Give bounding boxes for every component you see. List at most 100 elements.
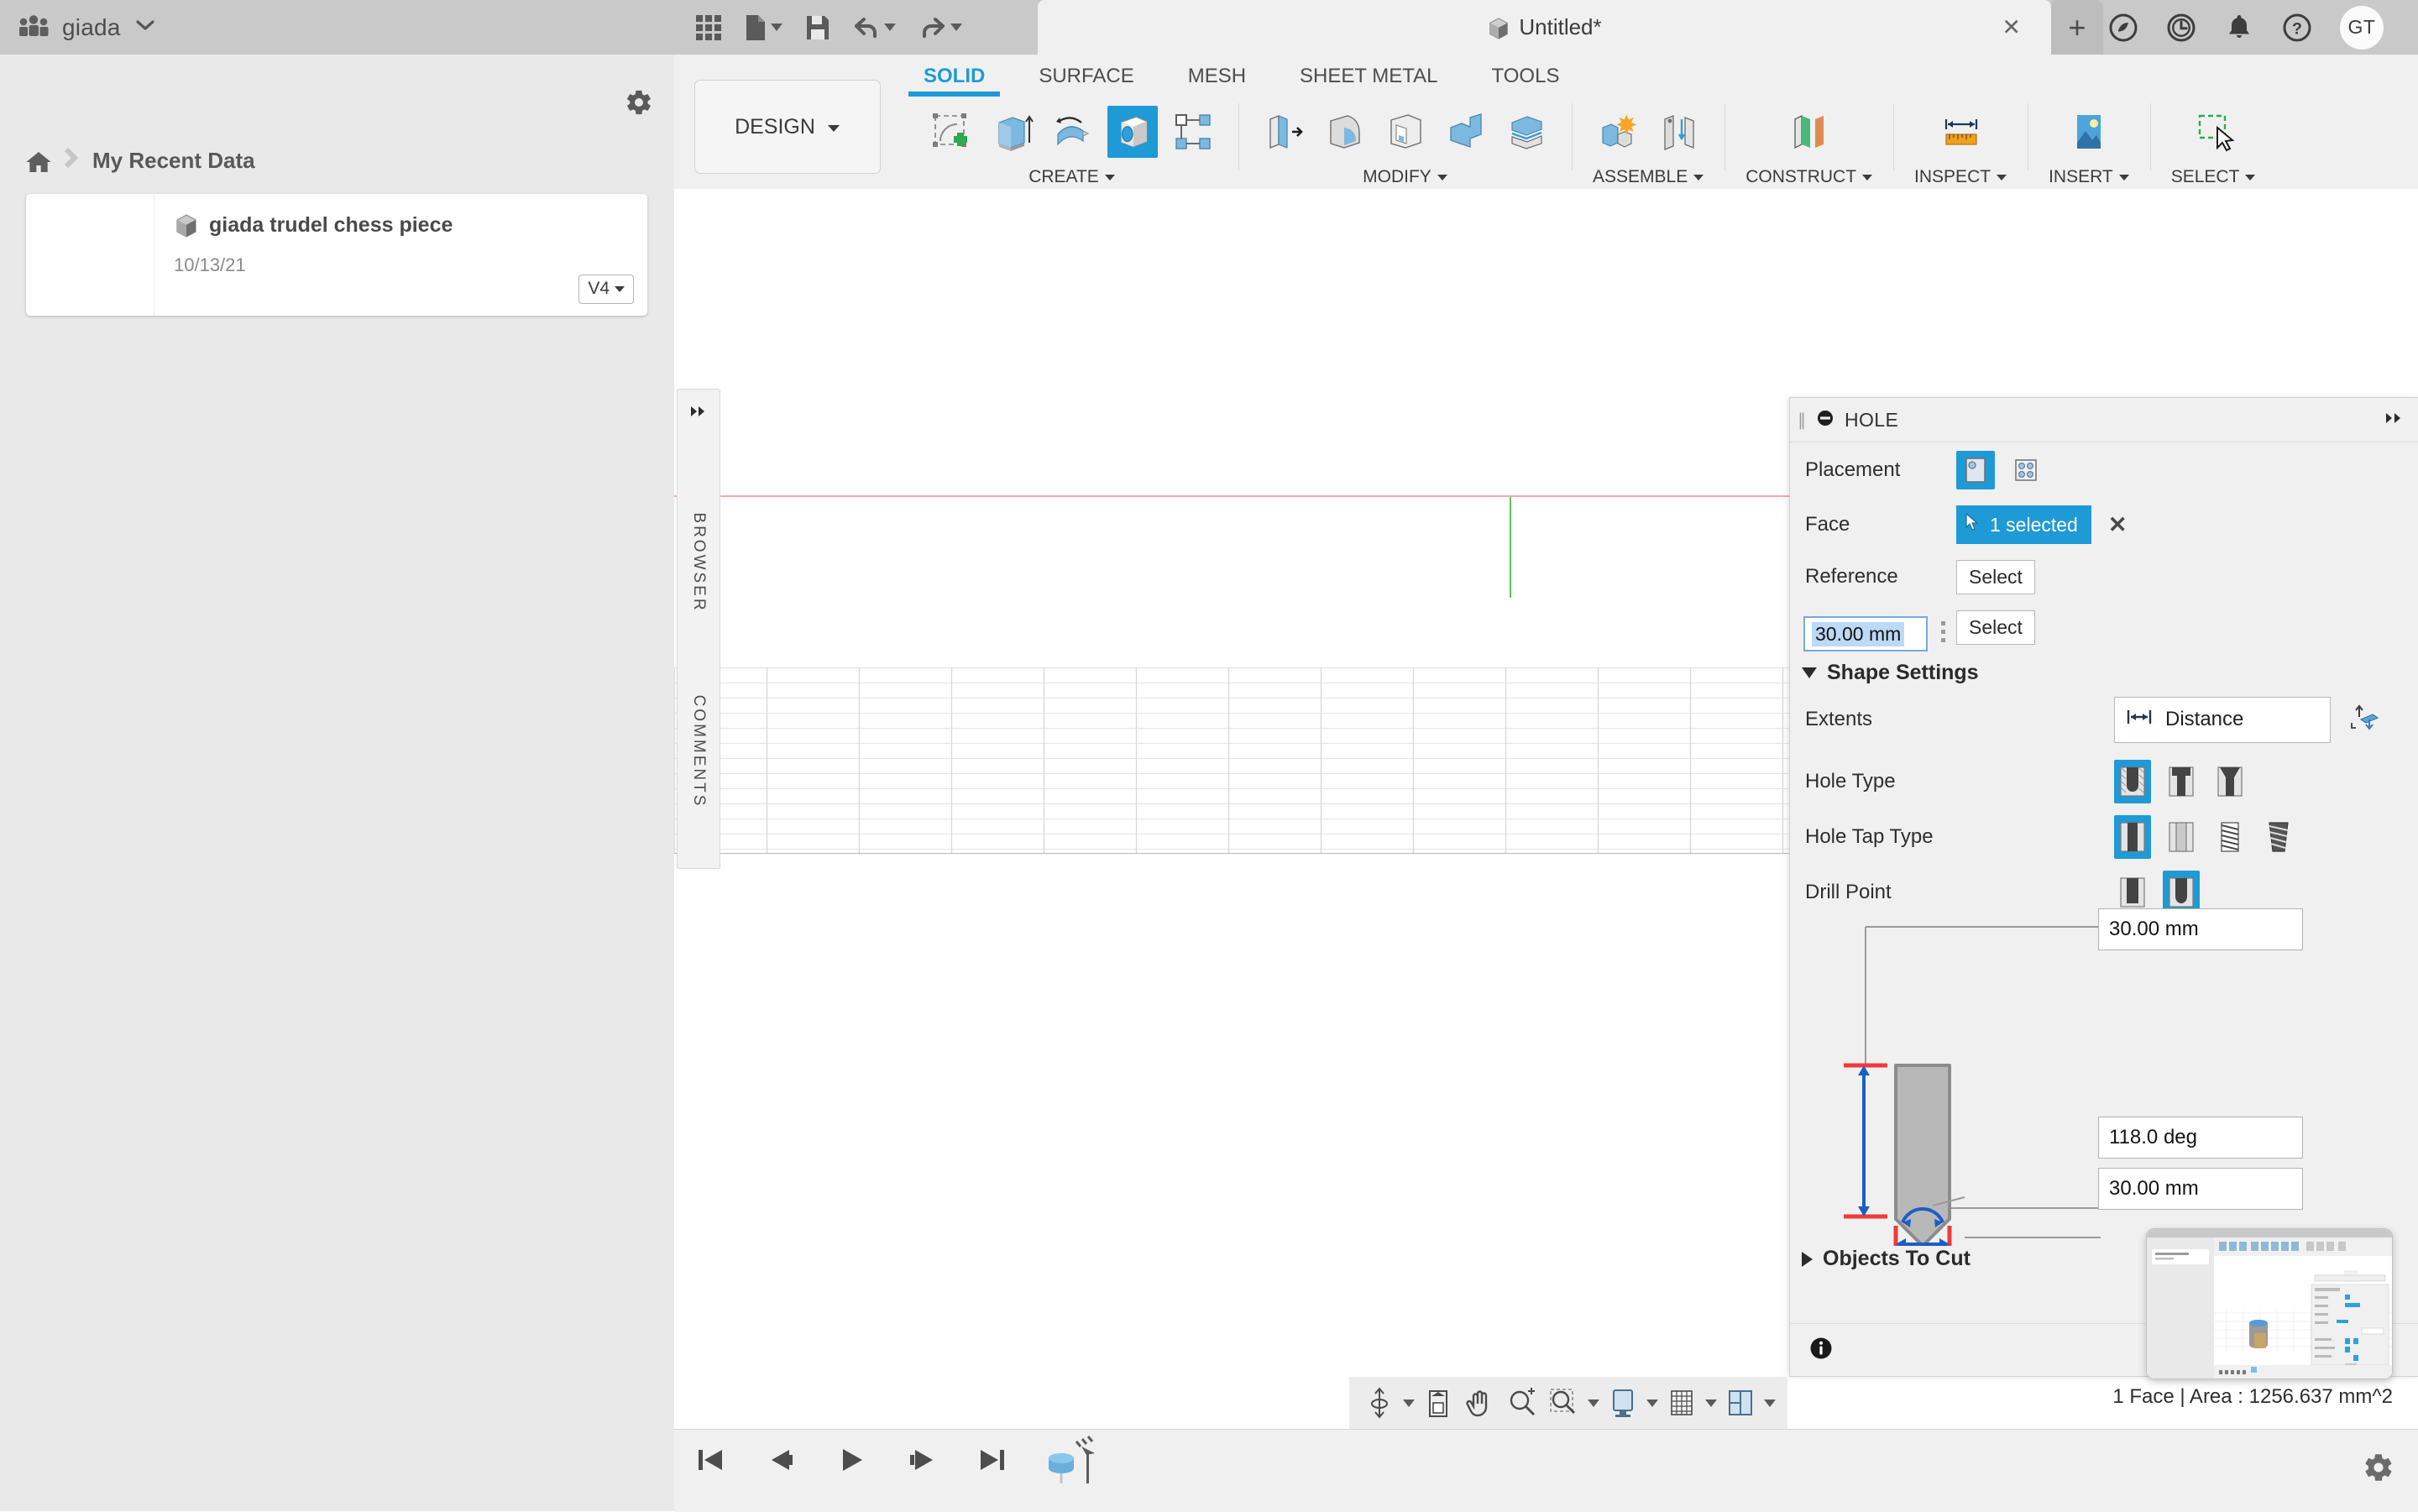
split-face-icon[interactable] <box>1501 106 1552 158</box>
jump-to-begin-icon[interactable] <box>691 1441 730 1478</box>
help-icon[interactable]: ? <box>2282 13 2312 43</box>
pattern-icon[interactable] <box>1168 106 1218 158</box>
status-bar: 1 Face | Area : 1256.637 mm^2 <box>2112 1385 2393 1409</box>
viewports-caret-icon[interactable] <box>1764 1400 1776 1407</box>
play-icon[interactable] <box>832 1441 871 1478</box>
measure-icon[interactable] <box>1936 106 1986 158</box>
simple-hole-icon[interactable] <box>2114 760 2151 803</box>
recent-icon[interactable] <box>2166 13 2196 43</box>
orbit-caret-icon[interactable] <box>1403 1400 1415 1407</box>
timeline-settings-gear-icon[interactable] <box>2363 1452 2394 1483</box>
new-component-icon[interactable] <box>1594 106 1644 158</box>
display-settings-caret-icon[interactable] <box>1646 1400 1658 1407</box>
tab-sheet-metal[interactable]: SHEET METAL <box>1273 55 1464 97</box>
browser-comments-rail[interactable]: BROWSER COMMENTS <box>677 389 720 869</box>
ribbon-tabs: SOLID SURFACE MESH SHEET METAL TOOLS <box>897 55 1586 97</box>
zoom-icon[interactable] <box>1504 1384 1541 1421</box>
zoom-window-icon[interactable] <box>1546 1384 1583 1421</box>
fillet-icon[interactable] <box>1320 106 1370 158</box>
extrude-icon[interactable] <box>987 106 1037 158</box>
hole-depth-input[interactable]: 30.00 mm <box>2098 908 2303 950</box>
simple-tap-icon[interactable] <box>2114 815 2151 859</box>
joint-icon[interactable] <box>1654 106 1704 158</box>
team-name[interactable]: giada <box>62 14 121 41</box>
hole-diameter-input[interactable]: 30.00 mm <box>2098 1168 2303 1210</box>
grid-snaps-caret-icon[interactable] <box>1705 1400 1717 1407</box>
undo-button[interactable] <box>853 16 896 39</box>
new-file-button[interactable] <box>745 14 782 41</box>
group-label-create[interactable]: CREATE <box>1028 167 1116 187</box>
new-tab-button[interactable]: + <box>2051 0 2103 55</box>
pan-hand-icon[interactable] <box>1462 1384 1499 1421</box>
hole-icon[interactable] <box>1107 106 1158 158</box>
extrude-feature-icon[interactable] <box>1044 1441 1102 1478</box>
taper-tapped-icon[interactable] <box>2260 815 2297 859</box>
version-dropdown[interactable]: V4 <box>578 275 634 304</box>
info-icon[interactable] <box>1808 1336 1834 1365</box>
clearance-icon[interactable] <box>2163 815 2200 859</box>
offset-plane-icon[interactable] <box>1784 106 1834 158</box>
close-icon[interactable]: ✕ <box>2002 14 2021 40</box>
reference-1-select-button[interactable]: Select <box>1956 560 2035 594</box>
shell-icon[interactable] <box>1380 106 1431 158</box>
notification-bell-icon[interactable] <box>2224 13 2254 43</box>
group-label-modify[interactable]: MODIFY <box>1363 167 1448 187</box>
select-window-icon[interactable] <box>2189 106 2239 158</box>
document-tab[interactable]: Untitled* ✕ <box>1038 0 2051 55</box>
group-label-inspect[interactable]: INSPECT <box>1914 167 2007 187</box>
single-hole-icon[interactable] <box>1956 451 1995 489</box>
group-label-construct[interactable]: CONSTRUCT <box>1745 167 1873 187</box>
viewports-icon[interactable] <box>1722 1384 1759 1421</box>
save-button[interactable] <box>806 15 830 40</box>
tab-surface[interactable]: SURFACE <box>1012 55 1160 97</box>
group-label-assemble[interactable]: ASSEMBLE <box>1593 167 1704 187</box>
minus-circle-icon[interactable] <box>1816 409 1834 432</box>
team-chevron-down-icon[interactable] <box>134 18 156 37</box>
grid-snaps-icon[interactable] <box>1663 1384 1700 1421</box>
breadcrumb-label[interactable]: My Recent Data <box>92 148 255 174</box>
combine-icon[interactable] <box>1441 106 1491 158</box>
orbit-icon[interactable] <box>1361 1384 1398 1421</box>
step-back-icon[interactable] <box>762 1441 800 1478</box>
dialog-grip-icon[interactable]: ∥ <box>1798 410 1806 431</box>
double-chevron-right-icon[interactable] <box>2384 411 2405 430</box>
look-at-icon[interactable] <box>1420 1384 1457 1421</box>
workspace-switcher[interactable]: DESIGN <box>694 80 881 174</box>
job-status-icon[interactable] <box>2108 13 2138 43</box>
expand-rail-icon[interactable] <box>689 405 708 422</box>
group-label-select[interactable]: SELECT <box>2171 167 2257 187</box>
tapped-icon[interactable] <box>2211 815 2248 859</box>
data-card[interactable]: giada trudel chess piece 10/13/21 V4 <box>26 194 647 316</box>
counterbore-icon[interactable] <box>2163 760 2200 803</box>
countersink-icon[interactable] <box>2211 760 2248 803</box>
redo-button[interactable] <box>919 16 962 39</box>
drill-point-angle-input[interactable]: 118.0 deg <box>2098 1117 2303 1159</box>
multiple-holes-icon[interactable] <box>2007 451 2045 489</box>
reference-2-select-button[interactable]: Select <box>1956 610 2035 645</box>
screenshot-thumbnail-overlay[interactable] <box>2146 1228 2393 1379</box>
data-panel-settings-gear-icon[interactable] <box>625 88 653 117</box>
floating-input-drag-handle[interactable] <box>1941 621 1945 642</box>
jump-to-end-icon[interactable] <box>973 1441 1012 1478</box>
floating-dimension-input[interactable]: 30.00 mm <box>1803 616 1928 651</box>
group-label-insert[interactable]: INSERT <box>2049 167 2130 187</box>
face-selection-chip[interactable]: 1 selected <box>1956 505 2091 544</box>
avatar[interactable]: GT <box>2340 6 2384 50</box>
insert-image-icon[interactable] <box>2064 106 2114 158</box>
objects-to-cut-header[interactable]: Objects To Cut <box>1790 1247 1971 1271</box>
zoom-window-caret-icon[interactable] <box>1588 1400 1599 1407</box>
step-forward-icon[interactable] <box>903 1441 941 1478</box>
revolve-icon[interactable] <box>1047 106 1097 158</box>
flip-direction-icon[interactable] <box>2349 704 2379 735</box>
extents-dropdown[interactable]: Distance <box>2114 697 2331 743</box>
tab-mesh[interactable]: MESH <box>1161 55 1273 97</box>
home-icon[interactable] <box>25 149 50 173</box>
display-settings-icon[interactable] <box>1604 1384 1641 1421</box>
clear-face-selection-icon[interactable]: ✕ <box>2108 512 2128 538</box>
app-grid-icon[interactable] <box>696 15 721 40</box>
shape-settings-header[interactable]: Shape Settings <box>1790 661 2418 685</box>
tab-tools[interactable]: TOOLS <box>1465 55 1587 97</box>
press-pull-icon[interactable] <box>1259 106 1310 158</box>
create-sketch-icon[interactable] <box>926 106 976 158</box>
tab-solid[interactable]: SOLID <box>897 55 1012 97</box>
